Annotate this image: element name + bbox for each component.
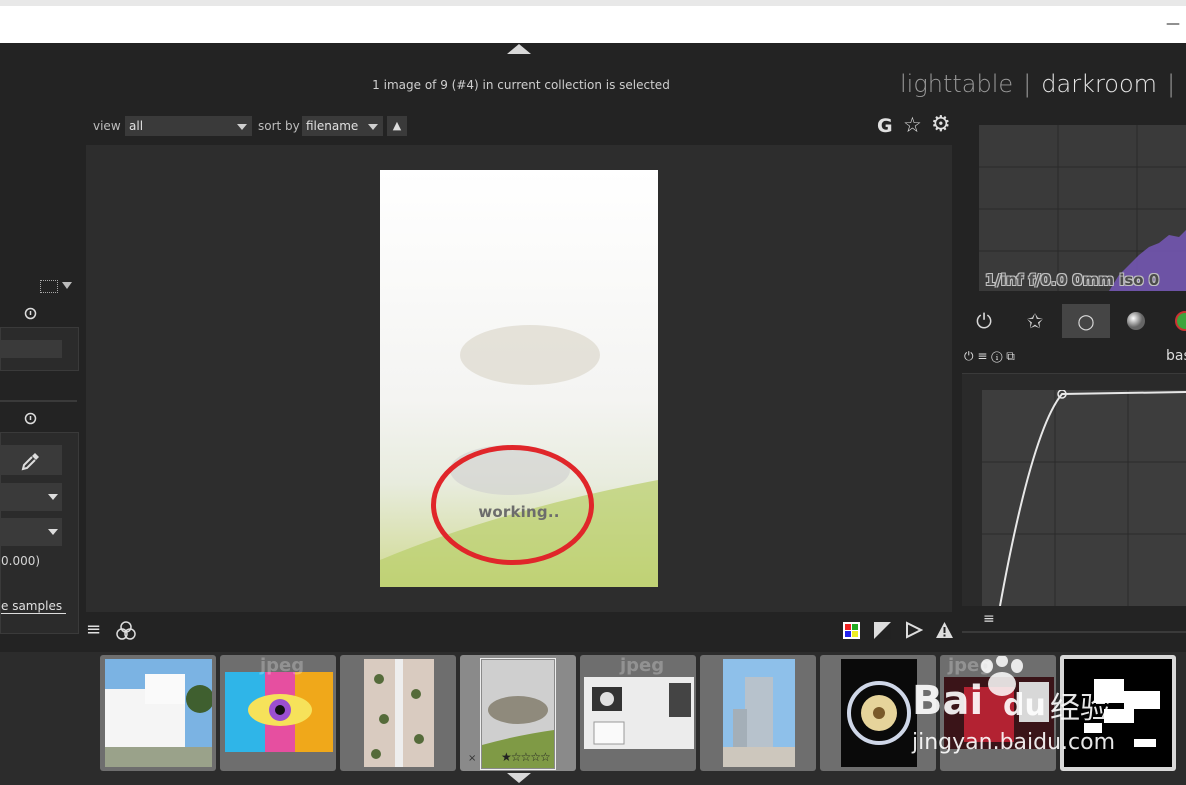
thumbnail-3[interactable] xyxy=(340,655,456,771)
thumbnail-image xyxy=(723,659,795,767)
thumbnail-4-selected[interactable]: × ★☆☆☆☆ xyxy=(460,655,576,771)
baidu-watermark-brand-du: du xyxy=(1003,688,1046,723)
view-switcher: lighttable|darkroom|c xyxy=(900,70,1186,98)
module-header-2 xyxy=(0,412,77,430)
menu-icon[interactable]: ≡ xyxy=(977,349,987,363)
chevron-down-icon xyxy=(237,124,247,130)
view-separator: | xyxy=(1167,70,1176,98)
base-curve-graph[interactable] xyxy=(982,390,1186,606)
window-titlebar: — xyxy=(0,6,1186,43)
divider xyxy=(0,400,77,402)
view-separator: | xyxy=(1023,70,1032,98)
module-box-2: 0.000) e samples xyxy=(0,432,79,634)
view-darkroom[interactable]: darkroom xyxy=(1041,70,1157,98)
expand-icon[interactable] xyxy=(40,280,58,293)
dropdown-1[interactable] xyxy=(1,483,62,511)
active-modules-icon[interactable]: ○ xyxy=(1062,304,1110,338)
bottom-panel-toggle-arrow[interactable] xyxy=(507,773,531,783)
chevron-down-icon[interactable] xyxy=(62,282,72,289)
sort-value: filename xyxy=(306,119,359,133)
copy-icon[interactable]: ⧉ xyxy=(1006,349,1015,363)
gamut-check-icon[interactable] xyxy=(935,621,954,639)
color-picker-button[interactable] xyxy=(1,445,62,475)
histogram: 1/inf f/0.0 0mm iso 0 xyxy=(979,125,1186,291)
gear-icon[interactable]: ⚙ xyxy=(931,112,951,137)
module-header-1 xyxy=(0,304,77,322)
top-panel-toggle-arrow[interactable] xyxy=(507,44,531,54)
module-header-icons: ⏻ ≡ ⓘ ⧉ xyxy=(964,349,1015,364)
minimize-button[interactable]: — xyxy=(1166,16,1180,32)
chevron-down-icon xyxy=(48,529,58,535)
sort-label: sort by xyxy=(258,119,300,133)
favorites-icon[interactable]: ✩ xyxy=(1017,304,1053,338)
module-name: bas xyxy=(1166,348,1186,364)
overexposure-icon[interactable] xyxy=(874,622,891,639)
samples-link[interactable]: e samples xyxy=(1,599,67,614)
menu-icon[interactable]: ≡ xyxy=(86,619,101,640)
color-assessment-icon[interactable] xyxy=(843,622,860,639)
baidu-watermark-brand: Bai xyxy=(912,678,984,724)
reject-icon[interactable]: × xyxy=(468,753,476,764)
red-annotation-circle xyxy=(431,445,594,565)
menu-icon[interactable]: ≡ xyxy=(983,611,995,627)
watermark-text: jpeg xyxy=(260,655,305,676)
thumbnail-image xyxy=(841,659,917,767)
sort-dropdown[interactable]: filename xyxy=(302,116,383,136)
info-icon[interactable]: ⓘ xyxy=(991,349,1002,363)
info-icon[interactable] xyxy=(24,412,37,425)
chevron-down-icon xyxy=(48,494,58,500)
thumbnail-6[interactable] xyxy=(700,655,816,771)
thumbnail-image xyxy=(225,672,333,752)
view-filter-value: all xyxy=(129,119,144,133)
star-icon[interactable]: ☆ xyxy=(903,113,922,137)
sort-direction-button[interactable]: ▲ xyxy=(387,116,407,136)
thumbnail-image xyxy=(105,659,212,767)
sphere-icon xyxy=(1127,312,1145,330)
thumbnail-2[interactable]: jpeg xyxy=(220,655,336,771)
thumbnail-5[interactable]: jpeg xyxy=(580,655,696,771)
view-filter-dropdown[interactable]: all xyxy=(125,116,252,136)
chevron-down-icon xyxy=(368,124,378,130)
curve-panel xyxy=(962,373,1186,606)
text-field[interactable] xyxy=(1,340,62,358)
watermark-text: jpeg xyxy=(620,655,665,676)
grouping-button[interactable]: G xyxy=(877,115,893,137)
module-box-1 xyxy=(0,327,79,371)
histogram-grid xyxy=(979,125,1186,291)
view-label: view xyxy=(93,119,121,133)
baidu-watermark-jingyan: 经验 xyxy=(1050,691,1110,726)
exif-info: 1/inf f/0.0 0mm iso 0 xyxy=(985,271,1160,289)
power-icon[interactable]: ⏻ xyxy=(966,304,1002,338)
view-lighttable[interactable]: lighttable xyxy=(900,70,1013,98)
thumbnail-image xyxy=(584,677,694,749)
power-icon[interactable]: ⏻ xyxy=(964,349,974,363)
value-readout: 0.000) xyxy=(1,554,41,568)
baidu-watermark-url: jingyan.baidu.com xyxy=(912,730,1116,755)
info-icon[interactable] xyxy=(24,307,37,320)
styles-icon[interactable] xyxy=(115,619,137,641)
star-rating[interactable]: ★☆☆☆☆ xyxy=(501,750,551,764)
dropdown-2[interactable] xyxy=(1,518,62,546)
softproof-icon[interactable] xyxy=(905,621,923,639)
thumbnail-image xyxy=(364,659,434,767)
divider xyxy=(962,631,1186,633)
thumbnail-1[interactable] xyxy=(100,655,216,771)
eyedropper-icon xyxy=(21,453,39,471)
base-modules-icon[interactable] xyxy=(1118,304,1154,338)
